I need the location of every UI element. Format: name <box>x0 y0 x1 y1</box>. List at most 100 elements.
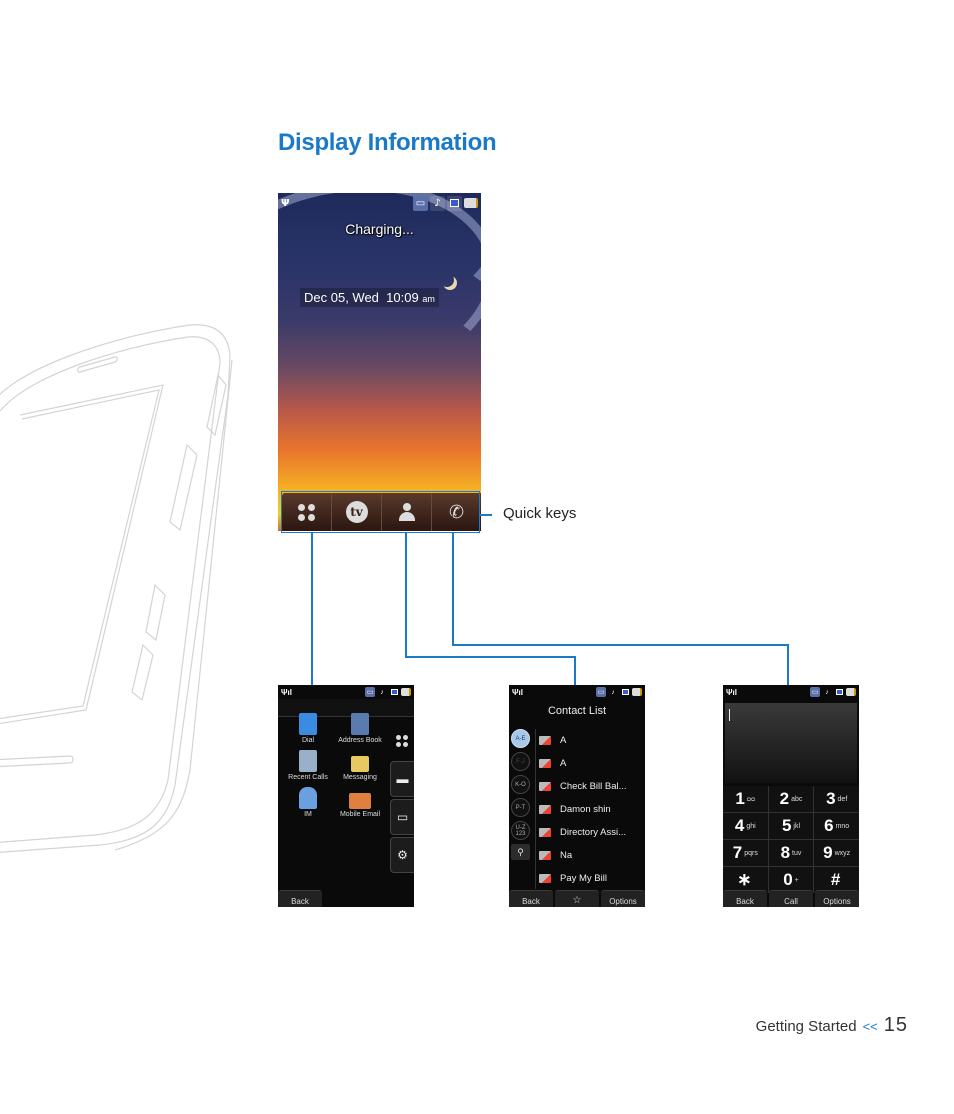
home-screen: Ψ ▭ ♪ Charging... Dec 05, Wed 10:09 am t… <box>278 193 481 531</box>
list-item[interactable]: Directory Assi... <box>539 821 643 844</box>
key-digit: # <box>830 870 841 889</box>
options-button[interactable]: Options <box>601 890 645 907</box>
dial-key-3[interactable]: 4 ghi <box>723 813 768 839</box>
multitask-icon <box>447 195 462 211</box>
contact-list-title: Contact List <box>547 705 607 717</box>
list-item[interactable]: Damon shin <box>539 798 643 821</box>
connector-dialer <box>787 644 789 685</box>
back-button[interactable]: Back <box>509 890 553 907</box>
back-button[interactable]: Back <box>723 890 767 907</box>
dial-number-input[interactable] <box>725 703 857 783</box>
battery-icon <box>846 688 856 696</box>
chevron-left-icon: << <box>862 1019 878 1034</box>
status-bar: Ψ ▭ ♪ <box>278 193 481 213</box>
menu-item-mobile-email[interactable]: Mobile Email <box>334 787 386 818</box>
connector-contacts <box>574 656 576 685</box>
connector-menu <box>311 533 313 685</box>
options-button[interactable]: Options <box>815 890 859 907</box>
key-digit: 6 <box>824 816 834 835</box>
multitask-icon <box>620 687 630 697</box>
call-button[interactable]: Call <box>769 890 813 907</box>
menu-item-address-book[interactable]: Address Book <box>334 713 386 744</box>
menu-item-messaging[interactable]: Messaging <box>334 750 386 781</box>
address-book-icon <box>351 713 369 735</box>
connector-contacts <box>405 656 575 658</box>
signal-icon: Ψıl <box>512 687 523 697</box>
signal-icon: Ψıl <box>726 687 737 697</box>
key-digit: 8 <box>780 843 791 862</box>
alpha-group-a-e[interactable]: A-E <box>511 729 530 748</box>
contact-icon <box>539 736 551 745</box>
menu-item-im[interactable]: IM <box>282 787 334 818</box>
page-number: 15 <box>883 1014 908 1036</box>
dial-keypad: 1 ᴑᴑ 2 abc 3 def 4 ghi 5 jkl 6 mno 7 pqrs 8 tuv 9 wxyz ∗ 0 +… <box>723 786 859 893</box>
phone-outline-illustration <box>0 324 233 853</box>
menu-grid: Dial Address Book Recent Calls Messaging… <box>282 713 386 818</box>
alpha-group-p-t[interactable]: P-T <box>511 798 530 817</box>
key-letters: mno <box>835 822 850 830</box>
menu-grid-icon <box>396 735 408 747</box>
voicemail-icon: ▭ <box>365 687 375 697</box>
search-button[interactable]: ⚲ <box>511 844 530 860</box>
key-letters: ᴑᴑ <box>746 795 756 803</box>
callout-pointer <box>480 514 492 516</box>
list-item[interactable]: A <box>539 752 643 775</box>
battery-charging-icon <box>464 198 478 208</box>
key-digit: 0 <box>783 870 793 889</box>
im-icon <box>299 787 317 809</box>
key-letters: abc <box>791 795 803 803</box>
menu-item-dial[interactable]: Dial <box>282 713 334 744</box>
list-item[interactable]: A <box>539 729 643 752</box>
key-digit: 2 <box>779 789 790 808</box>
tab-settings[interactable]: ⚙ <box>390 837 414 873</box>
tab-folder[interactable]: ▭ <box>390 799 414 835</box>
alpha-group-f-j[interactable]: F-J <box>511 752 530 771</box>
dial-key-5[interactable]: 6 mno <box>814 813 859 839</box>
contact-list-screen: Ψıl ▭ ♪ Contact List A-E F-J K-O P-T U-Z… <box>509 685 645 907</box>
status-bar: Ψıl ▭ ♪ <box>278 685 414 699</box>
search-icon: ⚲ <box>517 846 524 857</box>
tab-multimedia[interactable]: ▬ <box>390 761 414 797</box>
contact-icon <box>539 759 551 768</box>
menu-item-recent-calls[interactable]: Recent Calls <box>282 750 334 781</box>
contact-icon <box>539 782 551 791</box>
alpha-group-u-z-123[interactable]: U-Z 123 <box>511 821 530 840</box>
voicemail-icon: ▭ <box>810 687 820 697</box>
am-pm: am <box>422 294 435 304</box>
dial-key-0[interactable]: 1 ᴑᴑ <box>723 786 768 812</box>
key-letters: + <box>794 876 799 884</box>
dial-key-6[interactable]: 7 pqrs <box>723 840 768 866</box>
list-item[interactable]: Check Bill Bal... <box>539 775 643 798</box>
voicemail-icon: ▭ <box>596 687 606 697</box>
battery-icon <box>401 688 411 696</box>
contact-icon <box>539 805 551 814</box>
dial-icon <box>299 713 317 735</box>
list-item[interactable]: Pay My Bill <box>539 867 643 890</box>
dial-key-7[interactable]: 8 tuv <box>768 840 814 866</box>
folder-icon: ▭ <box>396 810 409 824</box>
back-button[interactable]: Back <box>278 890 322 907</box>
page-footer: Getting Started << 15 <box>756 1014 908 1037</box>
connector-dialer <box>452 533 454 645</box>
list-item[interactable]: Na <box>539 844 643 867</box>
dial-key-1[interactable]: 2 abc <box>768 786 814 812</box>
favorite-button[interactable]: ☆ <box>555 890 599 907</box>
dial-key-4[interactable]: 5 jkl <box>768 813 814 839</box>
key-letters: jkl <box>793 822 801 830</box>
key-letters: def <box>837 795 848 803</box>
time: 10:09 <box>386 290 419 305</box>
dial-key-8[interactable]: 9 wxyz <box>814 840 859 866</box>
tab-menu[interactable] <box>390 723 414 759</box>
menu-category-tabs: ▬ ▭ ⚙ <box>390 723 414 873</box>
charging-status: Charging... <box>345 221 414 237</box>
status-bar: Ψıl ▭ ♪ <box>509 685 645 699</box>
key-digit: 7 <box>732 843 743 862</box>
key-letters: wxyz <box>834 849 851 857</box>
quick-keys-highlight <box>281 491 480 533</box>
alpha-group-k-o[interactable]: K-O <box>511 775 530 794</box>
text-cursor <box>729 709 730 721</box>
date-time-display: Dec 05, Wed 10:09 am <box>300 288 439 307</box>
key-digit: 3 <box>826 789 836 808</box>
dial-key-2[interactable]: 3 def <box>814 786 859 812</box>
key-letters: ghi <box>746 822 756 830</box>
